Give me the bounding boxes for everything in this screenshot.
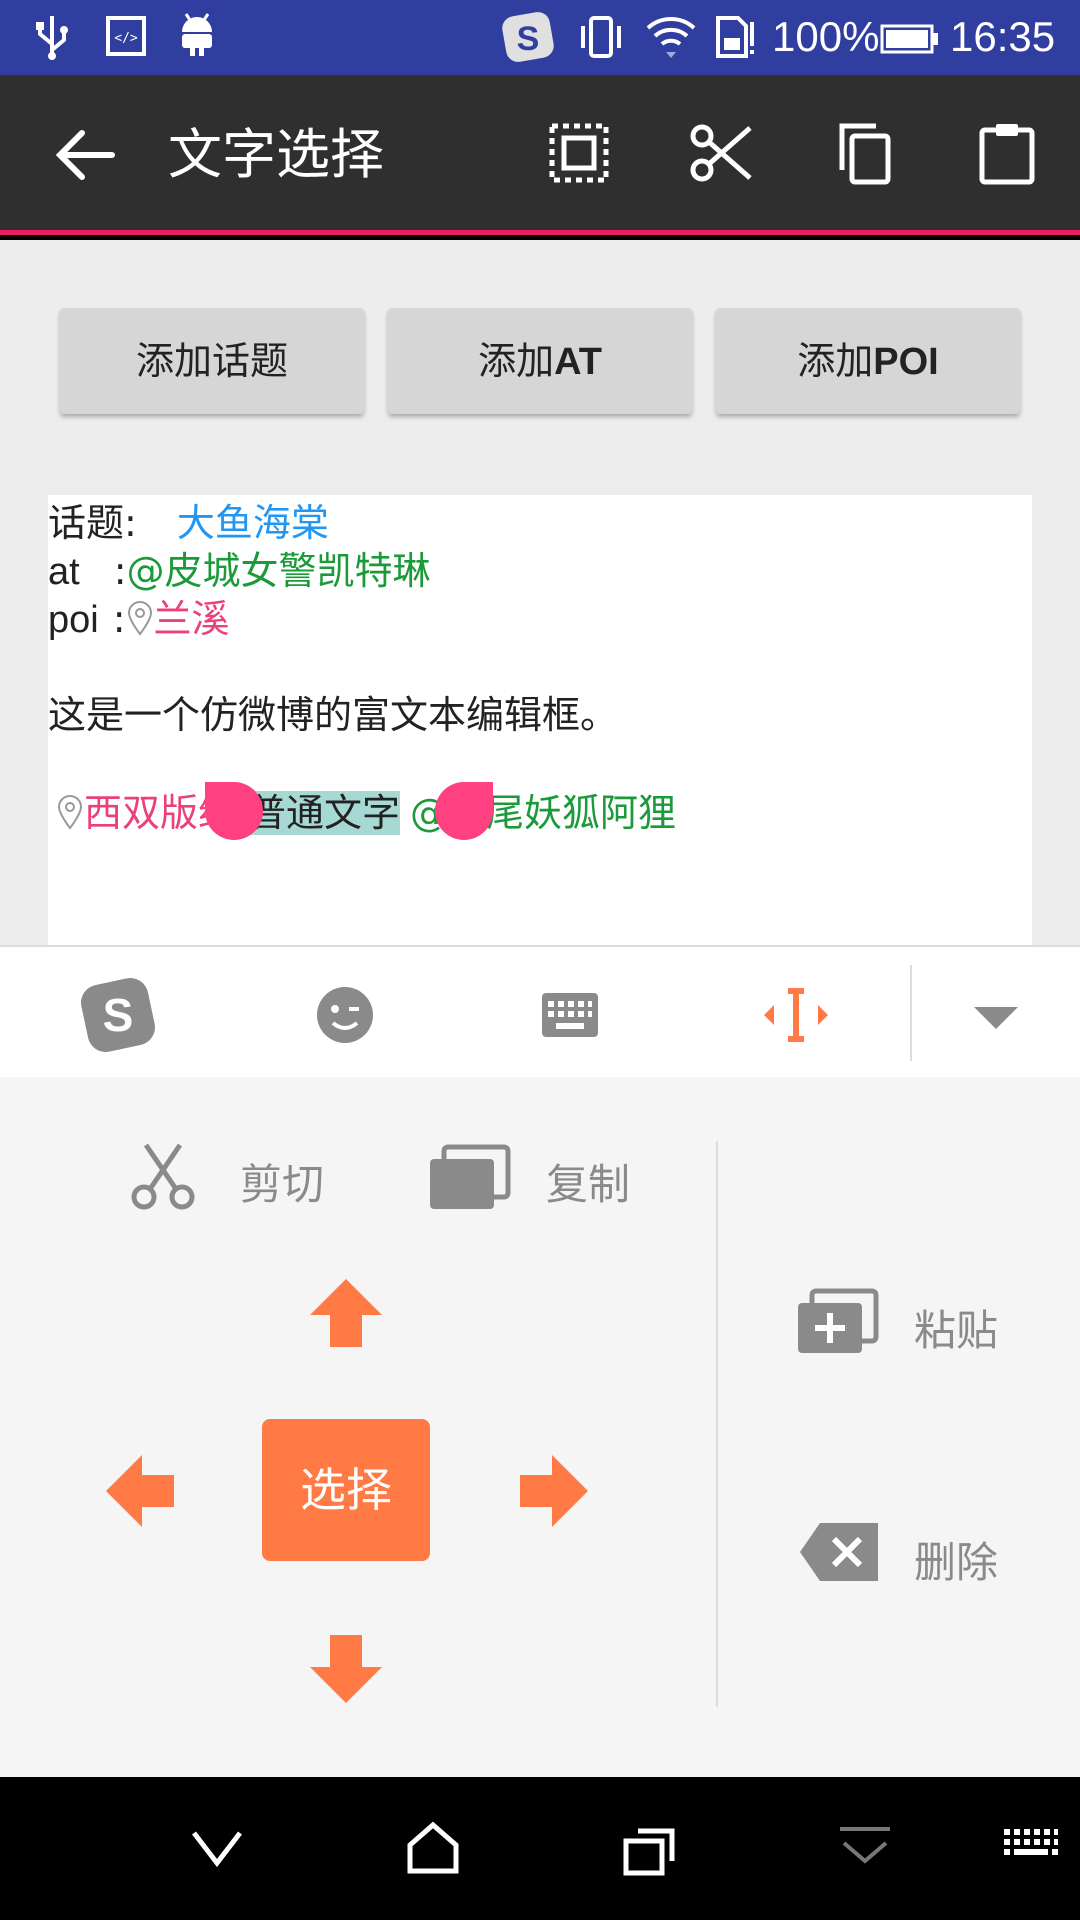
collapse-icon[interactable]	[956, 975, 1036, 1055]
mention-tag[interactable]: @皮城女警凯特琳	[127, 549, 431, 593]
select-all-icon[interactable]	[546, 120, 612, 186]
back-arrow-icon[interactable]	[52, 125, 118, 185]
copy-icon	[430, 1144, 511, 1209]
nav-keyboard-icon[interactable]	[1000, 1819, 1060, 1877]
paste-icon[interactable]	[974, 120, 1040, 186]
poi-line: poi: 兰溪	[48, 595, 230, 644]
code-icon: </>	[106, 16, 146, 56]
arrow-left-icon[interactable]	[102, 1451, 178, 1531]
select-button[interactable]: 选择	[262, 1419, 430, 1561]
battery-percent: 100%	[772, 13, 880, 60]
topic-tag[interactable]: 大鱼海棠	[177, 501, 329, 545]
add-at-label-prefix: 添加	[478, 339, 555, 383]
cursor-select-icon[interactable]	[756, 975, 836, 1055]
usb-icon	[36, 16, 68, 60]
sim-icon	[716, 16, 754, 58]
vibrate-icon	[581, 16, 621, 58]
nav-home-icon[interactable]	[404, 1819, 462, 1877]
arrow-right-icon[interactable]	[516, 1451, 592, 1531]
mixed-line: 西双版纳 普通文字 @九尾妖狐阿狸	[56, 789, 676, 837]
location-pin-icon	[57, 795, 83, 830]
action-bar: 文字选择	[0, 75, 1080, 235]
cut-icon[interactable]	[688, 120, 754, 186]
add-topic-button[interactable]: 添加话题	[60, 308, 364, 414]
nav-hide-keyboard-icon[interactable]	[836, 1819, 894, 1877]
add-poi-label-suffix: POI	[873, 341, 939, 383]
poi-separator: :	[112, 597, 126, 641]
add-poi-label-prefix: 添加	[797, 339, 874, 383]
copy-icon[interactable]	[832, 120, 898, 186]
add-at-label-suffix: AT	[554, 341, 602, 383]
paste-icon	[798, 1288, 879, 1353]
selected-text[interactable]: 普通文字	[248, 791, 401, 835]
poi-tag[interactable]: 兰溪	[154, 597, 230, 641]
location-pin-icon	[127, 601, 152, 636]
android-icon	[182, 13, 212, 56]
at-separator: :	[113, 549, 127, 593]
sogou-logo-icon[interactable]: S	[78, 975, 158, 1055]
arrow-up-icon[interactable]	[306, 1275, 386, 1351]
arrow-down-icon[interactable]	[306, 1631, 386, 1707]
page-title: 文字选择	[168, 123, 384, 186]
add-topic-label: 添加话题	[135, 339, 288, 383]
topic-label: 话题:	[48, 501, 137, 545]
svg-text:S: S	[103, 989, 134, 1041]
svg-text:S: S	[517, 20, 540, 58]
cut-icon	[131, 1143, 195, 1210]
at-line: at:@皮城女警凯特琳	[48, 547, 431, 596]
rich-text-editor[interactable]: 话题: 大鱼海棠 at:@皮城女警凯特琳 poi: 兰溪 这是一个仿微博的富文本编辑…	[48, 495, 1032, 945]
topic-line: 话题: 大鱼海棠	[48, 499, 329, 547]
cut-button[interactable]: 剪切	[240, 1151, 324, 1212]
keyboard-toolbar: S	[0, 945, 1080, 1077]
delete-button[interactable]: 删除	[914, 1529, 998, 1590]
paste-button[interactable]: 粘贴	[914, 1297, 998, 1358]
nav-recents-icon[interactable]	[620, 1819, 678, 1877]
copy-button[interactable]: 复制	[546, 1151, 630, 1212]
backspace-icon	[800, 1523, 878, 1581]
poi-label: poi	[48, 599, 99, 641]
svg-text:</>: </>	[114, 31, 138, 46]
add-at-button[interactable]: 添加AT	[388, 308, 692, 414]
status-bar: </> S 100% 16:35	[0, 0, 1080, 75]
emoji-icon[interactable]	[305, 975, 385, 1055]
sentence-line: 这是一个仿微博的富文本编辑框。	[48, 693, 619, 737]
edit-panel: 剪切 复制 粘贴 删除 选择	[0, 1077, 1080, 1777]
clock: 16:35	[950, 13, 1056, 60]
add-poi-button[interactable]: 添加POI	[716, 308, 1020, 414]
toolbar-divider	[910, 965, 912, 1061]
selection-end-handle[interactable]	[435, 782, 493, 840]
at-label: at	[48, 551, 80, 593]
battery-icon	[880, 24, 938, 54]
keyboard-icon[interactable]	[530, 975, 610, 1055]
navigation-bar	[0, 1777, 1080, 1920]
nav-back-icon[interactable]	[188, 1819, 246, 1877]
panel-divider	[716, 1141, 718, 1707]
selection-start-handle[interactable]	[205, 782, 263, 840]
wifi-icon	[646, 17, 696, 58]
sogou-icon: S	[502, 12, 554, 62]
content-area: 添加话题 添加AT 添加POI 话题: 大鱼海棠 at:@皮城女警凯特琳 poi:…	[0, 240, 1080, 945]
